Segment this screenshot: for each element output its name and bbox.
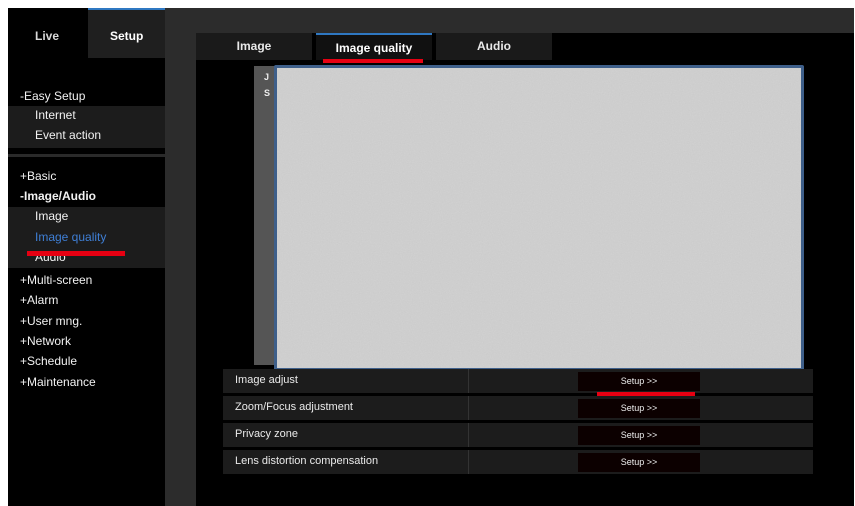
sidebar-divider [8,154,165,157]
sidebar-item-image-quality[interactable]: Image quality [35,229,106,245]
subtab-image-quality[interactable]: Image quality [316,33,432,60]
camera-preview-edge [254,66,276,365]
highlight-mark-sidebar [27,251,125,256]
sidebar-item-schedule[interactable]: +Schedule [20,353,77,369]
sidebar-item-user-mng[interactable]: +User mng. [20,313,82,329]
table-row: Privacy zone Setup >> [223,423,813,447]
table-row: Lens distortion compensation Setup >> [223,450,813,474]
easy-setup-submenu: Internet Event action [8,106,165,148]
image-adjust-setup-button[interactable]: Setup >> [578,372,700,391]
highlight-mark-tab [323,59,423,63]
row-label-cell: Lens distortion compensation [223,450,469,474]
table-row: Zoom/Focus adjustment Setup >> [223,396,813,420]
row-label-cell: Zoom/Focus adjustment [223,396,469,420]
privacy-zone-label: Privacy zone [235,428,298,440]
tab-live[interactable]: Live [8,8,88,56]
row-label-cell: Privacy zone [223,423,469,447]
sidebar-item-easy-setup[interactable]: -Easy Setup [20,88,85,104]
subtab-audio[interactable]: Audio [436,33,552,60]
tab-live-label: Live [35,29,60,43]
table-row: Image adjust Setup >> [223,369,813,393]
highlight-mark-button [597,392,695,396]
tab-setup-label: Setup [110,29,144,43]
sidebar-item-event-action[interactable]: Event action [35,127,101,143]
sidebar-item-internet[interactable]: Internet [35,107,76,123]
tab-setup[interactable]: Setup [88,8,165,58]
sidebar-item-image-audio[interactable]: -Image/Audio [20,188,96,204]
sidebar-item-multi-screen[interactable]: +Multi-screen [20,272,92,288]
privacy-noise-overlay [274,65,804,371]
lens-distortion-label: Lens distortion compensation [235,455,379,467]
sidebar-item-image[interactable]: Image [35,208,68,224]
image-adjust-label: Image adjust [235,374,298,386]
sidebar-item-alarm[interactable]: +Alarm [20,292,58,308]
zoom-focus-label: Zoom/Focus adjustment [235,401,353,413]
sidebar-item-network[interactable]: +Network [20,333,71,349]
privacy-zone-setup-button[interactable]: Setup >> [578,426,700,445]
subtab-bar: Image Image quality Audio [196,33,552,60]
sidebar: Live Setup -Easy Setup Internet Event ac… [8,8,165,506]
lens-distortion-setup-button[interactable]: Setup >> [578,453,700,472]
preview-overlay-text-2: S [264,88,271,98]
zoom-focus-setup-button[interactable]: Setup >> [578,399,700,418]
subtab-image[interactable]: Image [196,33,312,60]
row-label-cell: Image adjust [223,369,469,393]
preview-overlay-text-1: J [264,72,270,82]
image-audio-submenu: Image Image quality Audio [8,207,165,268]
sidebar-item-maintenance[interactable]: +Maintenance [20,374,96,390]
sidebar-item-basic[interactable]: +Basic [20,168,56,184]
